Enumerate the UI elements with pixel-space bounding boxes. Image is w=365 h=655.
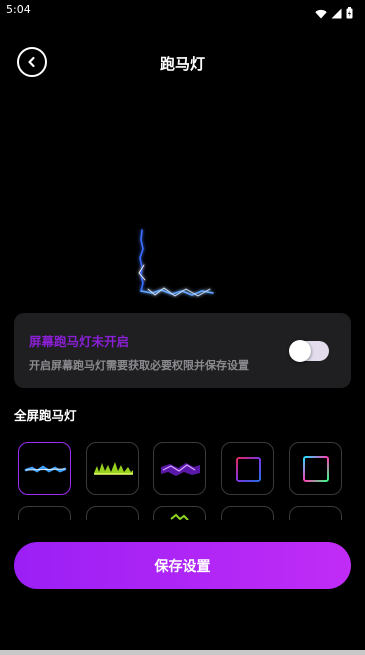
status-icons bbox=[315, 4, 353, 23]
effect-tile-purple-lightning[interactable] bbox=[153, 442, 206, 495]
marquee-toggle[interactable] bbox=[289, 340, 329, 362]
status-bar: 5:04 bbox=[0, 0, 365, 22]
bottom-edge bbox=[0, 650, 365, 655]
page-title: 跑马灯 bbox=[159, 55, 205, 73]
effect-tile-9[interactable] bbox=[221, 506, 274, 520]
effect-tile-6[interactable] bbox=[18, 506, 71, 520]
toggle-knob[interactable] bbox=[289, 340, 311, 362]
effect-grid bbox=[17, 442, 347, 520]
section-title: 全屏跑马灯 bbox=[14, 408, 77, 423]
marquee-status-card: 屏幕跑马灯未开启 开启屏幕跑马灯需要获取必要权限并保存设置 bbox=[14, 313, 351, 388]
save-settings-button[interactable]: 保存设置 bbox=[14, 542, 351, 589]
effect-tile-blue-lightning[interactable] bbox=[18, 442, 71, 495]
wifi-icon bbox=[315, 4, 327, 23]
effect-tile-7[interactable] bbox=[86, 506, 139, 520]
status-card-description: 开启屏幕跑马灯需要获取必要权限并保存设置 bbox=[29, 359, 249, 372]
effect-tile-neon-frame-2[interactable] bbox=[289, 442, 342, 495]
marquee-preview bbox=[120, 225, 240, 310]
status-card-title: 屏幕跑马灯未开启 bbox=[29, 334, 130, 349]
effect-tile-green-spectrum[interactable] bbox=[86, 442, 139, 495]
battery-icon bbox=[346, 4, 353, 23]
effect-tile-green-sparkle[interactable] bbox=[153, 506, 206, 520]
status-time: 5:04 bbox=[6, 3, 31, 16]
effect-tile-10[interactable] bbox=[289, 506, 342, 520]
effect-tile-neon-frame-1[interactable] bbox=[221, 442, 274, 495]
signal-icon bbox=[331, 4, 342, 23]
